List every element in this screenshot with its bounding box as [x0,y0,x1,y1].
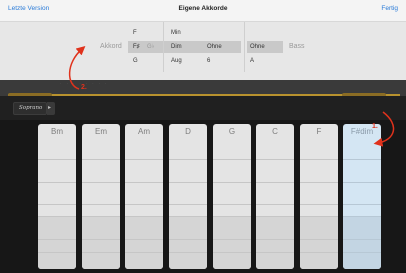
annotation-arrows [68,46,395,147]
arrow-to-chord-picker [68,46,86,90]
arrow-to-new-pad [373,111,395,147]
